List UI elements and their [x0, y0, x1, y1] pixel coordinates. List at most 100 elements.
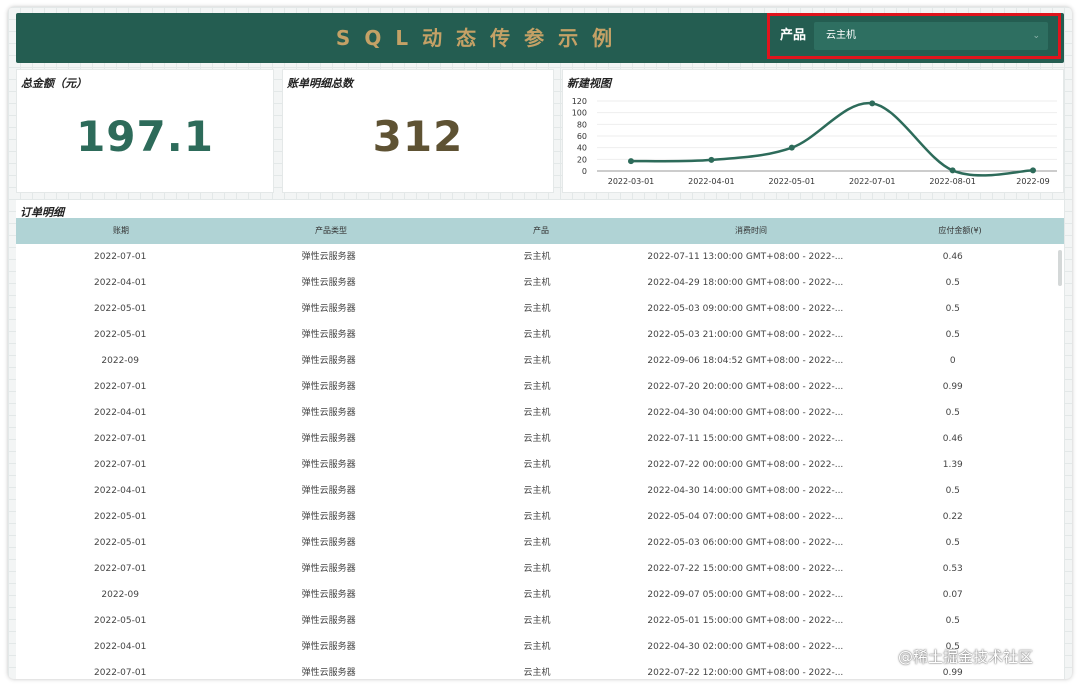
table-cell: 0.07: [942, 590, 963, 600]
table-cell: 0.5: [945, 616, 960, 626]
detail-count-card: 账单明细总数 312: [282, 69, 554, 193]
table-cell: 弹性云服务器: [301, 330, 356, 340]
table-cell: 2022-04-30 14:00:00 GMT+08:00 - 2022-...: [647, 486, 844, 496]
table-body: 2022-07-01 弹性云服务器 云主机 2022-07-11 13:00:00 G…: [16, 244, 1056, 679]
product-select-value: 云主机: [826, 30, 856, 41]
y-tick-label: 20: [577, 155, 587, 164]
table-cell: 2022-05-01: [94, 538, 147, 548]
table-row[interactable]: 2022-05-01 弹性云服务器 云主机 2022-05-03 06:00:00 G…: [16, 530, 1056, 556]
table-row[interactable]: 2022-05-01 弹性云服务器 云主机 2022-05-01 15:00:00 G…: [16, 608, 1056, 634]
column-header[interactable]: 产品: [436, 218, 646, 244]
table-cell: 弹性云服务器: [301, 486, 356, 496]
table-row[interactable]: 2022-05-01 弹性云服务器 云主机 2022-05-03 09:00:00 G…: [16, 296, 1056, 322]
table-cell: 2022-07-01: [94, 434, 147, 444]
table-cell: 2022-07-01: [94, 252, 147, 262]
y-tick-label: 60: [577, 132, 587, 141]
column-header[interactable]: 账期: [16, 218, 226, 244]
column-header[interactable]: 消费时间: [646, 218, 856, 244]
chart-card: 新建视图 0 20 40 60 80 100 120 2022-03-01 2022-04-01…: [562, 69, 1064, 193]
table-row[interactable]: 2022-07-01 弹性云服务器 云主机 2022-07-11 13:00:00 G…: [16, 244, 1056, 270]
data-point: [788, 144, 795, 151]
table-cell: 0.99: [942, 382, 963, 392]
table-cell: 2022-04-01: [94, 642, 147, 652]
chevron-down-icon: ⌄: [1032, 31, 1040, 41]
table-cell: 云主机: [523, 356, 551, 366]
dashboard-frame: SQL动态传参示例 产品 云主机 ⌄ 总金额（元） 197.1 账单明细总数 3…: [8, 7, 1072, 679]
column-header[interactable]: 产品类型: [226, 218, 436, 244]
table-cell: 云主机: [523, 642, 551, 652]
table-cell: 2022-07-22 15:00:00 GMT+08:00 - 2022-...: [647, 564, 844, 574]
table-cell: 0.46: [942, 252, 963, 262]
table-cell: 弹性云服务器: [301, 642, 356, 652]
table-row[interactable]: 2022-05-01 弹性云服务器 云主机 2022-05-04 07:00:00 G…: [16, 504, 1056, 530]
table-cell: 云主机: [523, 304, 551, 314]
table-cell: 2022-05-03 06:00:00 GMT+08:00 - 2022-...: [647, 538, 844, 548]
table-cell: 云主机: [523, 616, 551, 626]
table-row[interactable]: 2022-04-01 弹性云服务器 云主机 2022-04-30 14:00:00 G…: [16, 478, 1056, 504]
table-cell: 0.5: [945, 330, 960, 340]
data-point: [708, 156, 715, 163]
table-cell: 0.5: [945, 486, 960, 496]
x-tick-label: 2022-05-01: [769, 177, 816, 186]
table-cell: 2022-09: [101, 356, 139, 366]
data-point: [869, 100, 876, 107]
total-amount-card: 总金额（元） 197.1: [16, 69, 274, 193]
watermark: @稀土掘金技术社区: [898, 648, 1034, 666]
detail-count-value: 312: [372, 112, 464, 161]
table-cell: 2022-05-01: [94, 616, 147, 626]
y-tick-label: 100: [572, 109, 587, 118]
table-row[interactable]: 2022-07-01 弹性云服务器 云主机 2022-07-20 20:00:00 G…: [16, 374, 1056, 400]
series-line: [630, 102, 1034, 177]
table-cell: 弹性云服务器: [301, 512, 356, 522]
x-tick-label: 2022-04-01: [688, 177, 735, 186]
table-cell: 弹性云服务器: [301, 252, 356, 262]
table-row[interactable]: 2022-05-01 弹性云服务器 云主机 2022-05-03 21:00:00 G…: [16, 322, 1056, 348]
table-cell: 2022-07-01: [94, 460, 147, 470]
table-cell: 2022-07-11 15:00:00 GMT+08:00 - 2022-...: [647, 434, 844, 444]
table-cell: 2022-09-06 18:04:52 GMT+08:00 - 2022-...: [647, 356, 844, 366]
table-cell: 2022-04-01: [94, 408, 147, 418]
table-cell: 弹性云服务器: [301, 590, 356, 600]
table-cell: 云主机: [523, 382, 551, 392]
table-cell: 2022-05-01: [94, 512, 147, 522]
table-cell: 云主机: [523, 278, 551, 288]
y-tick-label: 0: [582, 167, 587, 176]
table-cell: 0.46: [942, 434, 963, 444]
table-cell: 弹性云服务器: [301, 460, 356, 470]
table-cell: 0.53: [942, 564, 963, 574]
product-select[interactable]: 云主机 ⌄: [814, 22, 1048, 50]
table-cell: 弹性云服务器: [301, 382, 356, 392]
table-cell: 弹性云服务器: [301, 668, 356, 678]
table-cell: 弹性云服务器: [301, 278, 356, 288]
table-cell: 0: [949, 356, 956, 366]
table-row[interactable]: 2022-09 弹性云服务器 云主机 2022-09-07 05:00:00 GMT+…: [16, 582, 1056, 608]
table-cell: 云主机: [523, 330, 551, 340]
column-header[interactable]: 应付金额(¥): [856, 218, 1064, 244]
x-tick-label: 2022-08-01: [929, 177, 976, 186]
table-cell: 0.22: [942, 512, 963, 522]
page-title: SQL动态传参示例: [335, 26, 627, 50]
table-cell: 0.5: [945, 538, 960, 548]
table-row[interactable]: 2022-04-01 弹性云服务器 云主机 2022-04-30 04:00:00 G…: [16, 400, 1056, 426]
table-row[interactable]: 2022-04-01 弹性云服务器 云主机 2022-04-29 18:00:00 G…: [16, 270, 1056, 296]
data-point: [949, 167, 956, 174]
y-tick-label: 80: [577, 120, 587, 129]
table-row[interactable]: 2022-07-01 弹性云服务器 云主机 2022-07-22 15:00:00 G…: [16, 556, 1056, 582]
table-cell: 2022-07-01: [94, 382, 147, 392]
table-cell: 2022-09: [101, 590, 139, 600]
table-row[interactable]: 2022-09 弹性云服务器 云主机 2022-09-06 18:04:52 GMT+…: [16, 348, 1056, 374]
table-cell: 2022-05-01 15:00:00 GMT+08:00 - 2022-...: [647, 616, 844, 626]
table-cell: 2022-05-03 09:00:00 GMT+08:00 - 2022-...: [647, 304, 844, 314]
table-cell: 弹性云服务器: [301, 434, 356, 444]
table-row[interactable]: 2022-07-01 弹性云服务器 云主机 2022-07-22 00:00:00 G…: [16, 452, 1056, 478]
table-cell: 云主机: [523, 486, 551, 496]
table-scrollbar[interactable]: [1058, 250, 1062, 286]
order-detail-panel: 订单明细 账期 产品类型 产品 消费时间 应付金额(¥) 2022-07-01 弹性云服务…: [16, 200, 1064, 679]
table-cell: 云主机: [523, 590, 551, 600]
table-cell: 2022-07-22 00:00:00 GMT+08:00 - 2022-...: [647, 460, 844, 470]
table-cell: 2022-07-11 13:00:00 GMT+08:00 - 2022-...: [647, 252, 844, 262]
y-tick-label: 120: [572, 97, 587, 106]
table-cell: 弹性云服务器: [301, 538, 356, 548]
table-row[interactable]: 2022-07-01 弹性云服务器 云主机 2022-07-11 15:00:00 G…: [16, 426, 1056, 452]
table-cell: 2022-05-01: [94, 330, 147, 340]
